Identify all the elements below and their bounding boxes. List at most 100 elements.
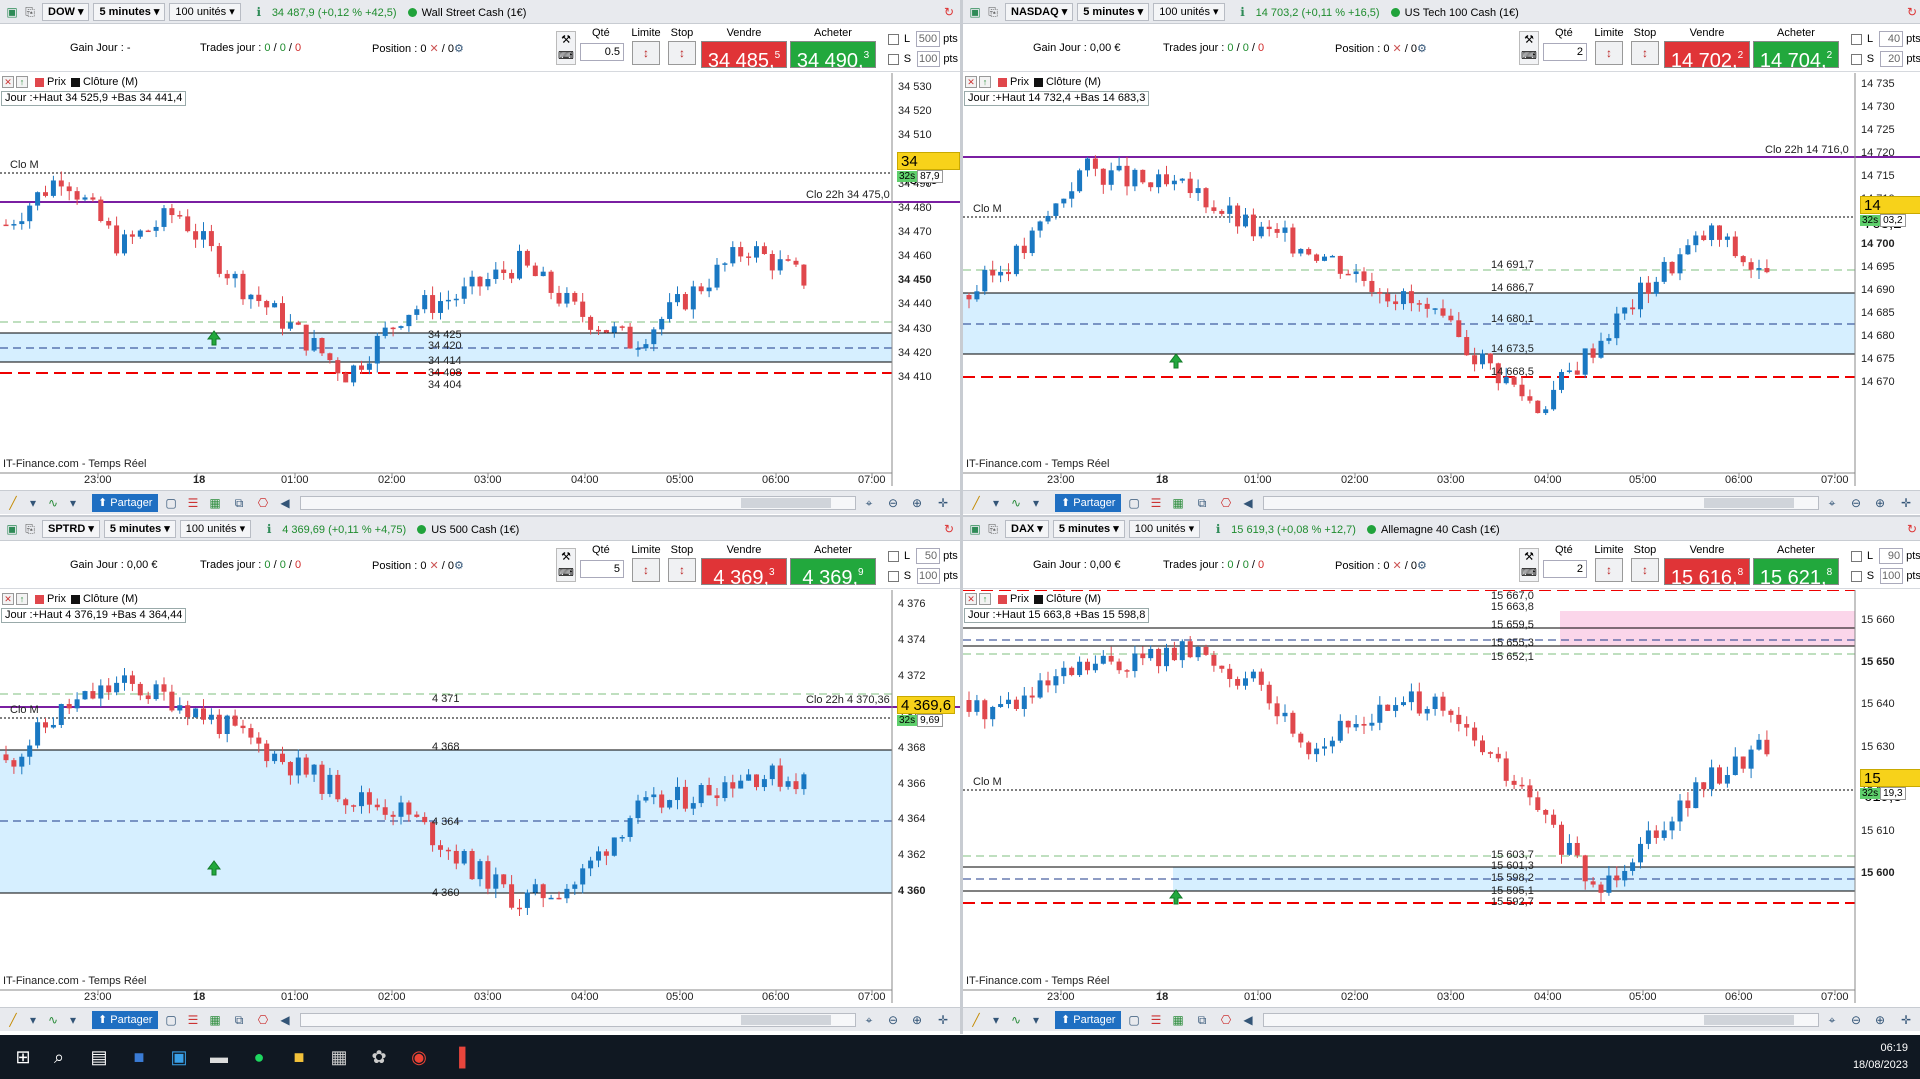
comment-icon[interactable]: ▢ <box>1125 1012 1143 1028</box>
system-clock[interactable]: 06:19 18/08/2023 <box>1853 1040 1908 1074</box>
alert-icon[interactable]: ⎔ <box>254 1012 272 1028</box>
scroll-thumb[interactable] <box>1704 1015 1794 1025</box>
folder-icon[interactable]: ▬ <box>206 1044 232 1070</box>
list-icon[interactable]: ☰ <box>1147 495 1165 511</box>
dropdown-icon[interactable]: ▾ <box>1027 495 1045 511</box>
interval-selector[interactable]: 5 minutes ▾ <box>103 519 176 538</box>
wrench-icon[interactable]: ⚒ ⌨ <box>556 31 576 65</box>
close-legend-icon[interactable]: ✕ <box>965 76 977 88</box>
crosshair-icon[interactable]: ✛ <box>934 1012 952 1028</box>
sell-button[interactable]: 4 369,3 <box>701 558 787 589</box>
comment-icon[interactable]: ▢ <box>162 1012 180 1028</box>
price-chart[interactable]: ✕ ↑ Prix Clôture (M) Jour :+Haut 4 376,19 +B… <box>0 590 960 1003</box>
share-button[interactable]: ⬆ Partager <box>1055 494 1122 512</box>
dropdown-icon[interactable]: ▾ <box>987 1012 1005 1028</box>
s-input[interactable]: 100 <box>917 51 941 67</box>
limit-button[interactable]: ↕ <box>1595 558 1623 582</box>
draw-icon[interactable]: ╱ <box>4 1012 22 1028</box>
zoom-out-icon[interactable]: ⊖ <box>884 1012 902 1028</box>
draw-icon[interactable]: ╱ <box>967 1012 985 1028</box>
scroll-left-icon[interactable]: ◀ <box>276 1012 294 1028</box>
share-button[interactable]: ⬆ Partager <box>92 494 159 512</box>
wrench-icon[interactable]: ⚒ ⌨ <box>556 548 576 582</box>
dropdown-icon[interactable]: ▾ <box>64 495 82 511</box>
link-icon[interactable]: ⎘ <box>985 4 1001 20</box>
s-checkbox[interactable] <box>888 570 899 582</box>
window-icon[interactable]: ⧉ <box>230 495 248 511</box>
symbol-selector[interactable]: DAX ▾ <box>1005 519 1049 538</box>
indicator-icon[interactable]: ∿ <box>1007 1012 1025 1028</box>
l-checkbox[interactable] <box>888 550 899 562</box>
close-position-icon[interactable]: ✕ <box>1393 560 1402 572</box>
s-checkbox[interactable] <box>1851 570 1862 582</box>
dropdown-icon[interactable]: ▾ <box>987 495 1005 511</box>
link-icon[interactable]: ⎘ <box>22 4 38 20</box>
alert-icon[interactable]: ⎔ <box>254 495 272 511</box>
refresh-icon[interactable]: ↻ <box>940 3 958 21</box>
dropdown-icon[interactable]: ▾ <box>64 1012 82 1028</box>
l-input[interactable]: 40 <box>1879 31 1904 47</box>
explorer-icon[interactable]: ■ <box>286 1044 312 1070</box>
paint-icon[interactable]: ✿ <box>366 1044 392 1070</box>
units-selector[interactable]: 100 unités ▾ <box>1153 2 1225 21</box>
price-chart[interactable]: ✕ ↑ Prix Clôture (M) Jour :+Haut 34 525,9 +B… <box>0 73 960 486</box>
s-checkbox[interactable] <box>1851 53 1862 65</box>
draw-icon[interactable]: ╱ <box>967 495 985 511</box>
list-icon[interactable]: ☰ <box>1147 1012 1165 1028</box>
close-position-icon[interactable]: ✕ <box>1393 43 1402 55</box>
sell-button[interactable]: 34 485,5 <box>701 41 787 72</box>
buy-button[interactable]: 14 704,2 <box>1753 41 1839 72</box>
dropdown-icon[interactable]: ▾ <box>1027 1012 1045 1028</box>
close-legend-icon[interactable]: ✕ <box>2 593 14 605</box>
close-legend-icon[interactable]: ✕ <box>2 76 14 88</box>
indicator-icon[interactable]: ∿ <box>1007 495 1025 511</box>
l-input[interactable]: 90 <box>1879 548 1904 564</box>
buy-button[interactable]: 4 369,9 <box>790 558 876 589</box>
link-icon[interactable]: ⎘ <box>985 521 1001 537</box>
zoom-out-icon[interactable]: ⊖ <box>884 495 902 511</box>
info-icon[interactable]: ℹ <box>261 521 277 537</box>
settings-icon[interactable]: ⚙ <box>1417 43 1427 55</box>
scroll-thumb[interactable] <box>741 498 831 508</box>
price-chart[interactable]: ✕ ↑ Prix Clôture (M) Jour :+Haut 14 732,4 +B… <box>963 73 1920 486</box>
zoom-out-icon[interactable]: ⊖ <box>1847 1012 1865 1028</box>
chart-icon[interactable]: ▣ <box>967 521 983 537</box>
dropdown-icon[interactable]: ▾ <box>24 1012 42 1028</box>
indicator-icon[interactable]: ∿ <box>44 1012 62 1028</box>
scroll-thumb[interactable] <box>741 1015 831 1025</box>
search-icon[interactable]: ⌕ <box>46 1044 72 1070</box>
l-checkbox[interactable] <box>888 33 899 45</box>
wrench-icon[interactable]: ⚒ ⌨ <box>1519 548 1539 582</box>
zoom-in-icon[interactable]: ⊕ <box>1871 495 1889 511</box>
crosshair-icon[interactable]: ✛ <box>1897 495 1915 511</box>
panel-divider[interactable] <box>960 0 963 1034</box>
symbol-selector[interactable]: SPTRD ▾ <box>42 519 100 538</box>
stop-button[interactable]: ↕ <box>668 558 696 582</box>
chart-scrollbar[interactable] <box>300 1013 856 1027</box>
info-icon[interactable]: ℹ <box>1210 521 1226 537</box>
draw-icon[interactable]: ╱ <box>4 495 22 511</box>
scroll-left-icon[interactable]: ◀ <box>1239 495 1257 511</box>
close-legend-icon[interactable]: ✕ <box>965 593 977 605</box>
chrome-icon[interactable]: ◉ <box>406 1044 432 1070</box>
list-icon[interactable]: ☰ <box>184 495 202 511</box>
comment-icon[interactable]: ▢ <box>1125 495 1143 511</box>
zoom-in-icon[interactable]: ⊕ <box>1871 1012 1889 1028</box>
calculator-icon[interactable]: ▦ <box>326 1044 352 1070</box>
share-button[interactable]: ⬆ Partager <box>1055 1011 1122 1029</box>
settings-icon[interactable]: ⚙ <box>454 560 464 572</box>
word-icon[interactable]: ■ <box>126 1044 152 1070</box>
window-icon[interactable]: ⧉ <box>230 1012 248 1028</box>
refresh-icon[interactable]: ↻ <box>1903 520 1920 538</box>
units-selector[interactable]: 100 unités ▾ <box>1128 519 1201 538</box>
zoom-fit-icon[interactable]: ⌖ <box>860 495 878 511</box>
table-icon[interactable]: ▦ <box>1169 1012 1187 1028</box>
zoom-fit-icon[interactable]: ⌖ <box>1823 1012 1841 1028</box>
limit-button[interactable]: ↕ <box>632 558 660 582</box>
list-icon[interactable]: ☰ <box>184 1012 202 1028</box>
chart-icon[interactable]: ▣ <box>4 4 20 20</box>
interval-selector[interactable]: 5 minutes ▾ <box>1052 519 1125 538</box>
dropdown-icon[interactable]: ▾ <box>24 495 42 511</box>
s-checkbox[interactable] <box>888 53 899 65</box>
s-input[interactable]: 20 <box>1880 51 1904 67</box>
